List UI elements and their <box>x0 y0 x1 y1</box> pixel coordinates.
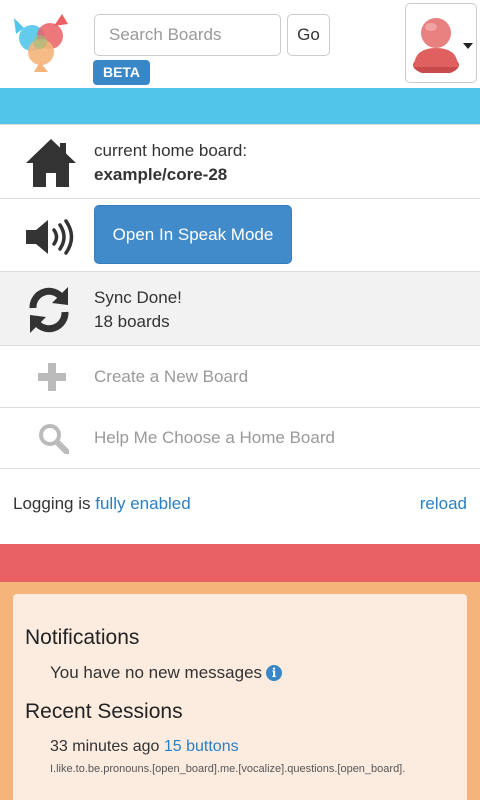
sync-icon <box>24 285 74 340</box>
plus-icon <box>37 363 67 396</box>
logging-status-link[interactable]: fully enabled <box>95 494 190 513</box>
search-boards-input[interactable] <box>94 14 281 56</box>
beta-badge: BETA <box>93 60 150 85</box>
home-board-name[interactable]: example/core-28 <box>94 163 247 187</box>
alert-color-bar <box>0 544 480 582</box>
logging-status: Logging is fully enabled <box>13 494 191 514</box>
chevron-down-icon <box>463 43 473 49</box>
top-color-bar <box>0 88 480 124</box>
choose-home-board-row[interactable]: Help Me Choose a Home Board <box>0 408 480 469</box>
notifications-message-row: You have no new messages i <box>50 663 283 683</box>
home-board-row[interactable]: current home board: example/core-28 <box>0 124 480 199</box>
notifications-message: You have no new messages <box>50 663 263 682</box>
sync-status-row[interactable]: Sync Done! 18 boards <box>0 272 480 346</box>
create-board-label: Create a New Board <box>94 367 249 386</box>
candy-logo-icon <box>14 14 68 72</box>
session-time: 33 minutes ago <box>50 738 160 755</box>
home-board-info: current home board: example/core-28 <box>94 139 247 187</box>
search-icon <box>37 422 70 459</box>
home-icon <box>24 137 78 194</box>
create-board-row[interactable]: Create a New Board <box>0 346 480 408</box>
info-icon[interactable]: i <box>266 665 283 681</box>
open-speak-mode-button[interactable]: Open In Speak Mode <box>94 205 292 264</box>
sync-board-count: 18 boards <box>94 312 170 331</box>
session-detail: I.like.to.be.pronouns.[open_board].me.[v… <box>50 763 406 775</box>
reload-link[interactable]: reload <box>420 494 467 514</box>
session-buttons-link[interactable]: 15 buttons <box>164 738 239 755</box>
session-item: 33 minutes ago 15 buttons <box>50 738 239 756</box>
sync-info: Sync Done! 18 boards <box>94 286 182 334</box>
logging-prefix: Logging is <box>13 494 91 513</box>
user-menu-button[interactable] <box>405 3 477 83</box>
speak-mode-row: Open In Speak Mode <box>0 199 480 272</box>
sync-status-text: Sync Done! <box>94 288 182 307</box>
dashboard-panel: Notifications You have no new messages i … <box>13 594 467 800</box>
notifications-title: Notifications <box>25 626 140 649</box>
choose-home-board-label: Help Me Choose a Home Board <box>94 428 335 447</box>
avatar-icon <box>413 18 459 73</box>
recent-sessions-title: Recent Sessions <box>25 700 183 723</box>
home-board-label: current home board: <box>94 141 248 160</box>
speaker-icon <box>24 219 74 260</box>
header: Go BETA <box>0 0 480 88</box>
app-logo[interactable] <box>10 12 72 74</box>
go-button[interactable]: Go <box>287 14 330 56</box>
